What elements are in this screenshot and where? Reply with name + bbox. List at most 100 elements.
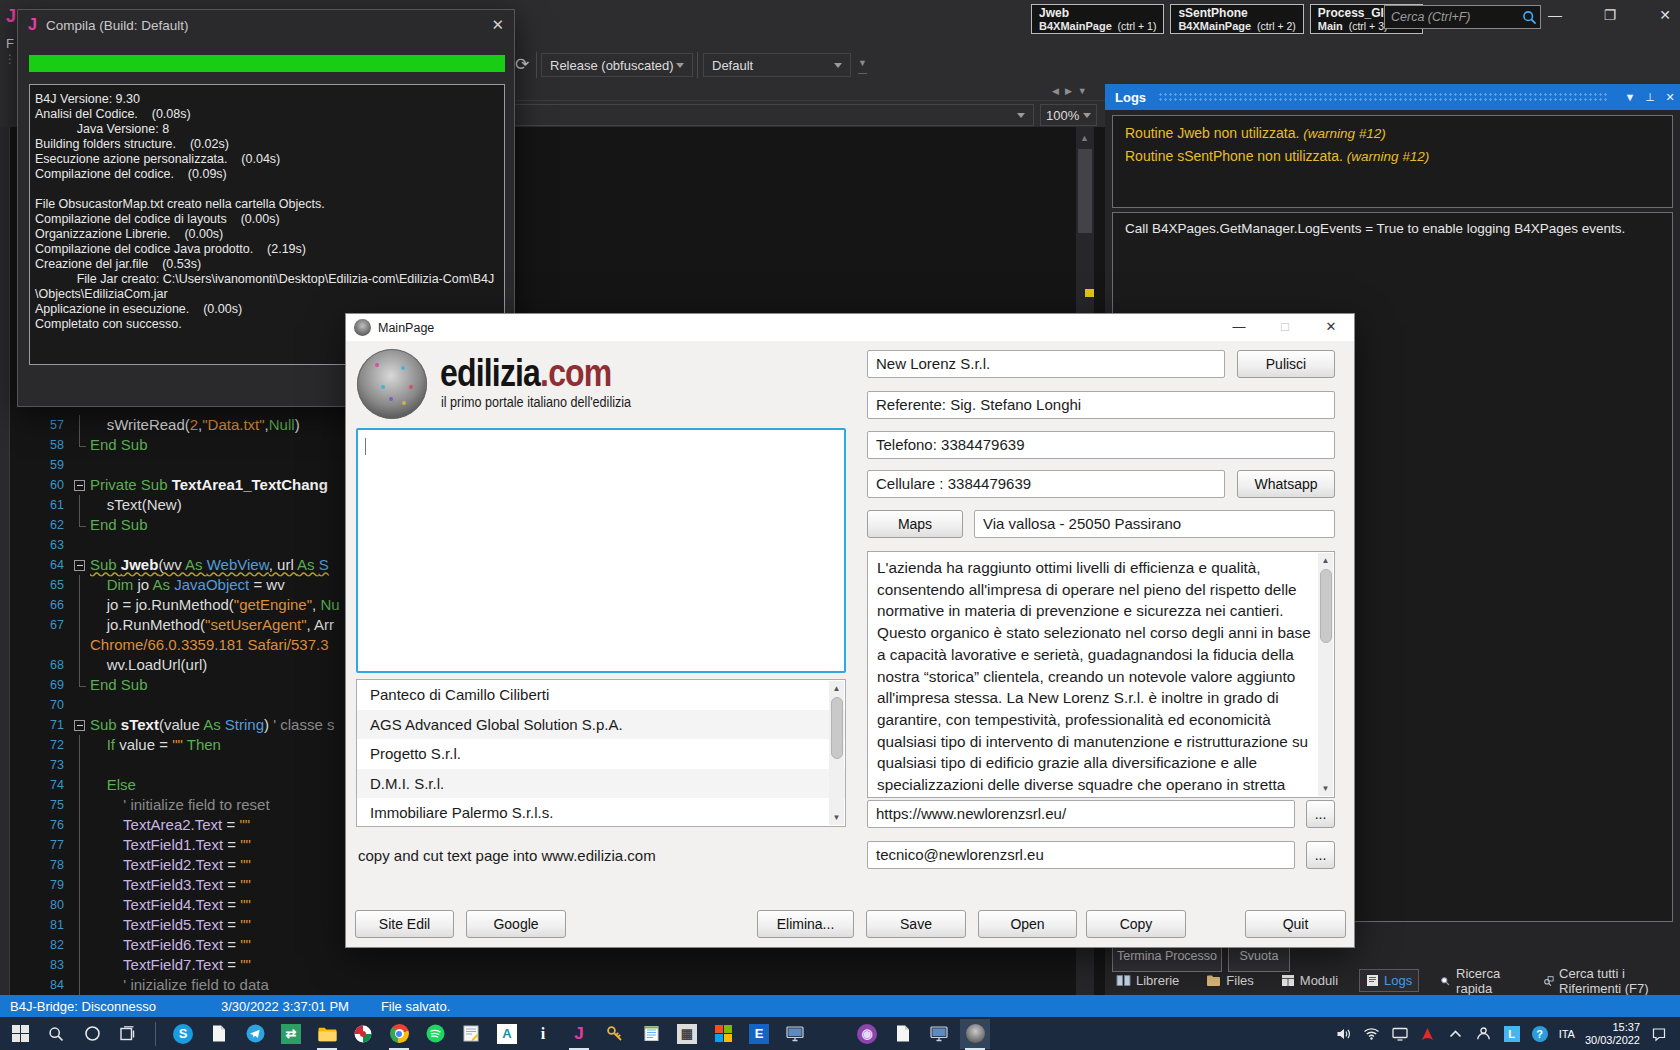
search-icon[interactable]	[1518, 6, 1540, 28]
info-icon[interactable]: i	[532, 1023, 554, 1045]
toolbar-mini-dropdown-icon[interactable]: ▼—	[858, 58, 867, 78]
scrollbar-up-icon[interactable]: ▲	[1080, 133, 1089, 143]
desc-scroll-down-icon[interactable]: ▼	[1318, 781, 1333, 796]
company-list-item[interactable]: D.M.I. S.r.l.	[357, 769, 845, 799]
store-icon[interactable]	[712, 1023, 734, 1045]
referent-field[interactable]: Referente: Sig. Stefano Longhi	[867, 391, 1335, 419]
company-list-item[interactable]: AGS Advanced Global Solution S.p.A.	[357, 710, 845, 740]
search-box[interactable]: Cerca (Ctrl+F)	[1384, 5, 1541, 29]
logs-pin-icon[interactable]: ⊥	[1640, 91, 1660, 104]
e-blue-icon[interactable]: E	[748, 1023, 770, 1045]
spotify-icon[interactable]	[424, 1023, 446, 1045]
email-more-button[interactable]: ...	[1306, 841, 1335, 869]
email-field[interactable]: tecnico@newlorenzsrl.eu	[867, 841, 1295, 869]
document-icon[interactable]	[892, 1023, 914, 1045]
pc-icon[interactable]	[928, 1023, 950, 1045]
save-button[interactable]: Save	[866, 910, 966, 938]
file-explorer-icon[interactable]	[316, 1023, 338, 1045]
description-scrollbar[interactable]: ▲ ▼	[1318, 553, 1333, 796]
website-field[interactable]: https://www.newlorenzsrl.eu/	[867, 800, 1295, 828]
volume-icon[interactable]	[1335, 1025, 1353, 1043]
restore-button[interactable]: ❐	[1595, 2, 1625, 30]
notes-textarea[interactable]	[356, 428, 846, 673]
copy-button[interactable]: Copy	[1086, 910, 1186, 938]
task-view-icon[interactable]	[117, 1023, 139, 1045]
mainpage-titlebar[interactable]: MainPage — □ ✕	[346, 314, 1354, 341]
logs-close-icon[interactable]: ✕	[1660, 91, 1680, 104]
open-button[interactable]: Open	[978, 910, 1077, 938]
compile-dialog-titlebar[interactable]: J Compila (Build: Default) ✕	[18, 10, 514, 40]
panel-tab-ricerca-rapida[interactable]: Ricerca rapida	[1434, 963, 1522, 999]
company-list-item[interactable]: Panteco di Camillo Ciliberti	[357, 680, 845, 710]
company-list-item[interactable]: Immobiliare Palermo S.r.l.s.	[357, 798, 845, 828]
bookmark-tab-sSentPhone[interactable]: sSentPhoneB4XMainPage (ctrl + 2)	[1170, 4, 1303, 34]
site-edil-button[interactable]: Site Edil	[355, 910, 454, 938]
user-avatar-icon[interactable]	[964, 1023, 986, 1045]
scrollbar-thumb[interactable]	[1078, 149, 1092, 233]
address-field[interactable]: Via vallosa - 25050 Passirano	[974, 510, 1335, 538]
display-icon[interactable]	[1391, 1025, 1409, 1043]
remote-desktop-icon[interactable]: ⇄	[280, 1023, 302, 1045]
wifi-icon[interactable]	[1363, 1025, 1381, 1043]
desc-scroll-thumb[interactable]	[1320, 569, 1332, 643]
logs-dropdown-icon[interactable]: ▼	[1620, 91, 1640, 103]
refresh-icon[interactable]: ⟳	[515, 54, 529, 75]
mainpage-maximize-button[interactable]: □	[1262, 314, 1308, 341]
company-field[interactable]: New Lorenz S.r.l.	[867, 350, 1225, 378]
telegram-icon[interactable]	[244, 1023, 266, 1045]
l-app-icon[interactable]: L	[1503, 1025, 1521, 1043]
clock[interactable]: 15:3730/03/2022	[1585, 1021, 1640, 1046]
chevron-up-icon[interactable]	[1447, 1025, 1465, 1043]
skype-icon[interactable]: S	[172, 1023, 194, 1045]
panel-tab-logs[interactable]: Logs	[1359, 969, 1419, 992]
companies-list[interactable]: Panteco di Camillo CilibertiAGS Advanced…	[356, 679, 846, 827]
calculator-icon[interactable]: ▦	[676, 1023, 698, 1045]
compile-dialog-close-icon[interactable]: ✕	[491, 16, 504, 34]
notification-icon[interactable]	[1650, 1025, 1668, 1043]
run-mode-dropdown[interactable]: Default	[703, 53, 851, 77]
panel-tab-files[interactable]: Files	[1200, 970, 1259, 991]
maps-button[interactable]: Maps	[867, 510, 963, 538]
letter-a-icon[interactable]: A	[496, 1023, 518, 1045]
description-textarea[interactable]: L'azienda ha raggiunto ottimi livelli di…	[867, 551, 1335, 798]
notepad-file-icon[interactable]	[208, 1023, 230, 1045]
list-scrollbar[interactable]: ▲ ▼	[829, 681, 844, 825]
monitor-icon[interactable]	[784, 1023, 806, 1045]
editor-nav-arrows[interactable]: ◀▶▼	[1052, 86, 1093, 96]
whatsapp-button[interactable]: Whatsapp	[1237, 470, 1335, 498]
company-list-item[interactable]: Progetto S.r.l.	[357, 739, 845, 769]
website-more-button[interactable]: ...	[1306, 800, 1335, 828]
phone-field[interactable]: Telefono: 3384479639	[867, 431, 1335, 459]
list-scroll-up-icon[interactable]: ▲	[829, 681, 844, 696]
b4j-icon[interactable]: J	[568, 1023, 590, 1045]
language-indicator[interactable]: ITA	[1559, 1028, 1575, 1040]
elimina-button[interactable]: Elimina...	[757, 910, 854, 938]
panel-tab-cerca-tutti-i-riferimenti-f7-[interactable]: Cerca tutti i Riferimenti (F7)	[1537, 963, 1680, 999]
pulisci-button[interactable]: Pulisci	[1237, 350, 1335, 378]
close-button[interactable]: ✕	[1650, 2, 1680, 30]
search-icon[interactable]	[45, 1023, 67, 1045]
quit-button[interactable]: Quit	[1245, 910, 1346, 938]
media-icon[interactable]: ◉	[856, 1023, 878, 1045]
chrome-icon[interactable]	[388, 1023, 410, 1045]
mainpage-minimize-button[interactable]: —	[1216, 314, 1262, 341]
keys-icon[interactable]	[604, 1023, 626, 1045]
panel-tab-moduli[interactable]: Moduli	[1275, 970, 1344, 991]
list-scroll-thumb[interactable]	[831, 697, 843, 759]
panel-tab-librerie[interactable]: Librerie	[1110, 970, 1185, 991]
google-button[interactable]: Google	[466, 910, 566, 938]
mainpage-close-button[interactable]: ✕	[1308, 314, 1354, 341]
desc-scroll-up-icon[interactable]: ▲	[1318, 553, 1333, 568]
start-button[interactable]	[9, 1023, 31, 1045]
cortana-icon[interactable]	[81, 1023, 103, 1045]
logs-panel-header[interactable]: Logs ▼ ⊥ ✕	[1105, 84, 1680, 110]
people-icon[interactable]	[1475, 1025, 1493, 1043]
bookmark-tab-Jweb[interactable]: JwebB4XMainPage (ctrl + 1)	[1031, 4, 1164, 34]
minimize-button[interactable]: —	[1540, 2, 1570, 30]
help-icon[interactable]: ?	[1531, 1025, 1549, 1043]
build-config-dropdown[interactable]: Release (obfuscated)	[541, 53, 693, 77]
list-scroll-down-icon[interactable]: ▼	[829, 810, 844, 825]
maps-pin-icon[interactable]	[352, 1023, 374, 1045]
notes-icon[interactable]	[640, 1023, 662, 1045]
antivirus-icon[interactable]	[1419, 1025, 1437, 1043]
